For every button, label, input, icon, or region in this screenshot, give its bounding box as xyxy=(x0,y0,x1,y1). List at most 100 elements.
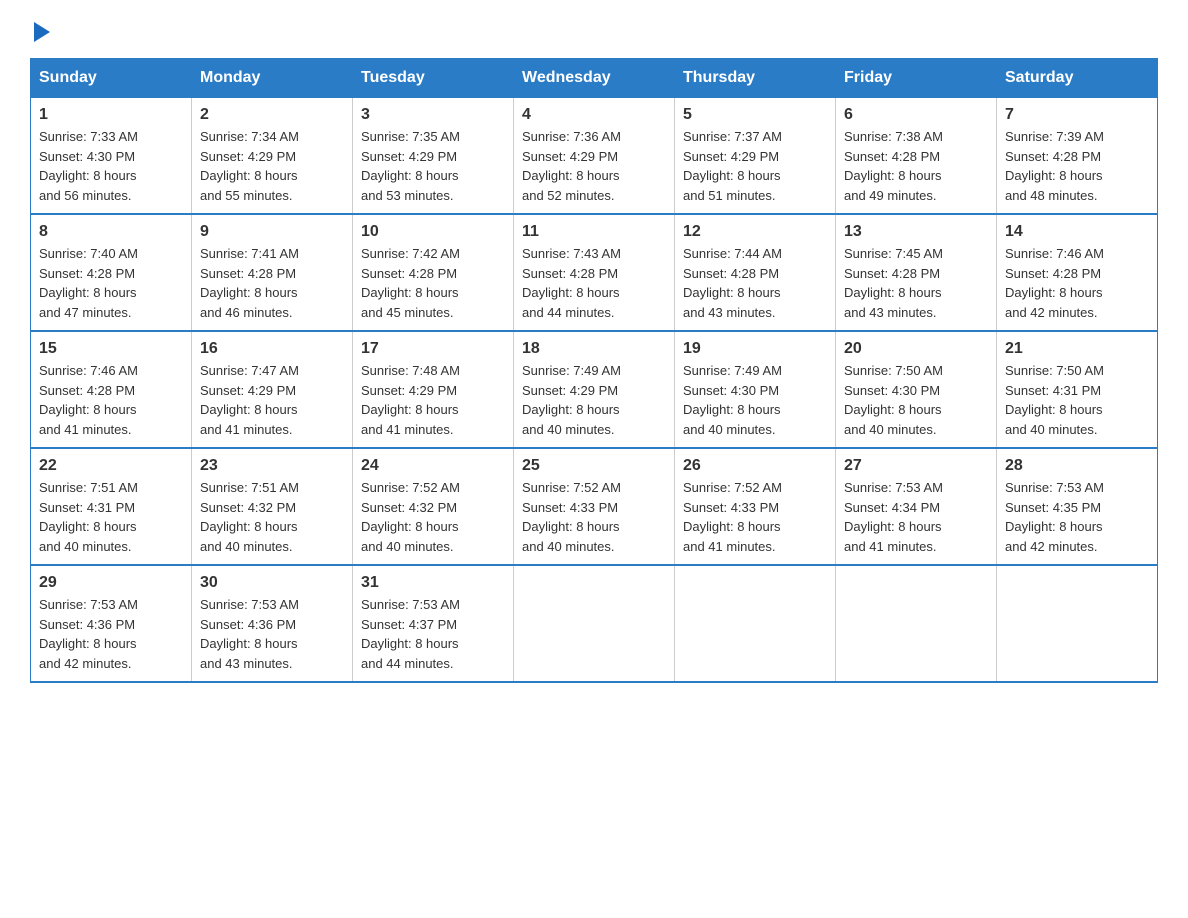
day-cell: 30 Sunrise: 7:53 AMSunset: 4:36 PMDaylig… xyxy=(192,565,353,682)
day-number: 22 xyxy=(39,457,183,475)
day-info: Sunrise: 7:46 AMSunset: 4:28 PMDaylight:… xyxy=(1005,244,1149,322)
week-row-5: 29 Sunrise: 7:53 AMSunset: 4:36 PMDaylig… xyxy=(31,565,1158,682)
day-info: Sunrise: 7:49 AMSunset: 4:30 PMDaylight:… xyxy=(683,361,827,439)
day-info: Sunrise: 7:52 AMSunset: 4:33 PMDaylight:… xyxy=(683,478,827,556)
day-info: Sunrise: 7:40 AMSunset: 4:28 PMDaylight:… xyxy=(39,244,183,322)
week-row-3: 15 Sunrise: 7:46 AMSunset: 4:28 PMDaylig… xyxy=(31,331,1158,448)
day-number: 21 xyxy=(1005,340,1149,358)
day-info: Sunrise: 7:37 AMSunset: 4:29 PMDaylight:… xyxy=(683,127,827,205)
page-header xyxy=(30,20,1158,38)
day-info: Sunrise: 7:42 AMSunset: 4:28 PMDaylight:… xyxy=(361,244,505,322)
day-info: Sunrise: 7:34 AMSunset: 4:29 PMDaylight:… xyxy=(200,127,344,205)
calendar-table: SundayMondayTuesdayWednesdayThursdayFrid… xyxy=(30,58,1158,683)
day-number: 28 xyxy=(1005,457,1149,475)
day-number: 17 xyxy=(361,340,505,358)
day-cell: 9 Sunrise: 7:41 AMSunset: 4:28 PMDayligh… xyxy=(192,214,353,331)
day-info: Sunrise: 7:38 AMSunset: 4:28 PMDaylight:… xyxy=(844,127,988,205)
day-info: Sunrise: 7:52 AMSunset: 4:33 PMDaylight:… xyxy=(522,478,666,556)
day-info: Sunrise: 7:51 AMSunset: 4:31 PMDaylight:… xyxy=(39,478,183,556)
header-cell-saturday: Saturday xyxy=(997,59,1158,98)
day-number: 27 xyxy=(844,457,988,475)
day-number: 10 xyxy=(361,223,505,241)
day-cell: 26 Sunrise: 7:52 AMSunset: 4:33 PMDaylig… xyxy=(675,448,836,565)
day-cell xyxy=(997,565,1158,682)
day-info: Sunrise: 7:47 AMSunset: 4:29 PMDaylight:… xyxy=(200,361,344,439)
header-cell-sunday: Sunday xyxy=(31,59,192,98)
day-cell: 11 Sunrise: 7:43 AMSunset: 4:28 PMDaylig… xyxy=(514,214,675,331)
day-info: Sunrise: 7:46 AMSunset: 4:28 PMDaylight:… xyxy=(39,361,183,439)
day-cell: 14 Sunrise: 7:46 AMSunset: 4:28 PMDaylig… xyxy=(997,214,1158,331)
header-cell-tuesday: Tuesday xyxy=(353,59,514,98)
day-info: Sunrise: 7:53 AMSunset: 4:34 PMDaylight:… xyxy=(844,478,988,556)
day-number: 30 xyxy=(200,574,344,592)
day-info: Sunrise: 7:50 AMSunset: 4:30 PMDaylight:… xyxy=(844,361,988,439)
day-cell: 29 Sunrise: 7:53 AMSunset: 4:36 PMDaylig… xyxy=(31,565,192,682)
day-cell: 15 Sunrise: 7:46 AMSunset: 4:28 PMDaylig… xyxy=(31,331,192,448)
calendar-header: SundayMondayTuesdayWednesdayThursdayFrid… xyxy=(31,59,1158,98)
day-cell: 8 Sunrise: 7:40 AMSunset: 4:28 PMDayligh… xyxy=(31,214,192,331)
day-cell: 1 Sunrise: 7:33 AMSunset: 4:30 PMDayligh… xyxy=(31,98,192,215)
day-number: 6 xyxy=(844,106,988,124)
day-cell: 13 Sunrise: 7:45 AMSunset: 4:28 PMDaylig… xyxy=(836,214,997,331)
day-cell: 27 Sunrise: 7:53 AMSunset: 4:34 PMDaylig… xyxy=(836,448,997,565)
day-number: 20 xyxy=(844,340,988,358)
day-info: Sunrise: 7:53 AMSunset: 4:37 PMDaylight:… xyxy=(361,595,505,673)
day-info: Sunrise: 7:33 AMSunset: 4:30 PMDaylight:… xyxy=(39,127,183,205)
day-cell: 16 Sunrise: 7:47 AMSunset: 4:29 PMDaylig… xyxy=(192,331,353,448)
day-number: 14 xyxy=(1005,223,1149,241)
day-info: Sunrise: 7:53 AMSunset: 4:36 PMDaylight:… xyxy=(39,595,183,673)
day-info: Sunrise: 7:41 AMSunset: 4:28 PMDaylight:… xyxy=(200,244,344,322)
week-row-1: 1 Sunrise: 7:33 AMSunset: 4:30 PMDayligh… xyxy=(31,98,1158,215)
logo xyxy=(30,20,50,38)
day-number: 29 xyxy=(39,574,183,592)
day-cell: 23 Sunrise: 7:51 AMSunset: 4:32 PMDaylig… xyxy=(192,448,353,565)
header-row: SundayMondayTuesdayWednesdayThursdayFrid… xyxy=(31,59,1158,98)
day-number: 25 xyxy=(522,457,666,475)
day-cell: 7 Sunrise: 7:39 AMSunset: 4:28 PMDayligh… xyxy=(997,98,1158,215)
day-info: Sunrise: 7:35 AMSunset: 4:29 PMDaylight:… xyxy=(361,127,505,205)
day-cell xyxy=(675,565,836,682)
day-number: 5 xyxy=(683,106,827,124)
day-cell: 20 Sunrise: 7:50 AMSunset: 4:30 PMDaylig… xyxy=(836,331,997,448)
day-info: Sunrise: 7:45 AMSunset: 4:28 PMDaylight:… xyxy=(844,244,988,322)
day-cell: 28 Sunrise: 7:53 AMSunset: 4:35 PMDaylig… xyxy=(997,448,1158,565)
day-cell: 31 Sunrise: 7:53 AMSunset: 4:37 PMDaylig… xyxy=(353,565,514,682)
day-info: Sunrise: 7:50 AMSunset: 4:31 PMDaylight:… xyxy=(1005,361,1149,439)
day-cell: 4 Sunrise: 7:36 AMSunset: 4:29 PMDayligh… xyxy=(514,98,675,215)
day-number: 11 xyxy=(522,223,666,241)
day-number: 2 xyxy=(200,106,344,124)
day-info: Sunrise: 7:49 AMSunset: 4:29 PMDaylight:… xyxy=(522,361,666,439)
day-number: 4 xyxy=(522,106,666,124)
day-cell: 24 Sunrise: 7:52 AMSunset: 4:32 PMDaylig… xyxy=(353,448,514,565)
day-number: 15 xyxy=(39,340,183,358)
day-number: 31 xyxy=(361,574,505,592)
day-number: 18 xyxy=(522,340,666,358)
day-cell: 5 Sunrise: 7:37 AMSunset: 4:29 PMDayligh… xyxy=(675,98,836,215)
header-cell-wednesday: Wednesday xyxy=(514,59,675,98)
day-cell xyxy=(514,565,675,682)
day-cell: 6 Sunrise: 7:38 AMSunset: 4:28 PMDayligh… xyxy=(836,98,997,215)
day-cell: 2 Sunrise: 7:34 AMSunset: 4:29 PMDayligh… xyxy=(192,98,353,215)
day-number: 7 xyxy=(1005,106,1149,124)
day-info: Sunrise: 7:44 AMSunset: 4:28 PMDaylight:… xyxy=(683,244,827,322)
day-cell: 10 Sunrise: 7:42 AMSunset: 4:28 PMDaylig… xyxy=(353,214,514,331)
day-cell: 19 Sunrise: 7:49 AMSunset: 4:30 PMDaylig… xyxy=(675,331,836,448)
day-cell: 17 Sunrise: 7:48 AMSunset: 4:29 PMDaylig… xyxy=(353,331,514,448)
day-number: 8 xyxy=(39,223,183,241)
day-info: Sunrise: 7:53 AMSunset: 4:36 PMDaylight:… xyxy=(200,595,344,673)
day-info: Sunrise: 7:36 AMSunset: 4:29 PMDaylight:… xyxy=(522,127,666,205)
day-cell xyxy=(836,565,997,682)
week-row-2: 8 Sunrise: 7:40 AMSunset: 4:28 PMDayligh… xyxy=(31,214,1158,331)
header-cell-thursday: Thursday xyxy=(675,59,836,98)
day-info: Sunrise: 7:43 AMSunset: 4:28 PMDaylight:… xyxy=(522,244,666,322)
day-cell: 21 Sunrise: 7:50 AMSunset: 4:31 PMDaylig… xyxy=(997,331,1158,448)
day-number: 26 xyxy=(683,457,827,475)
day-number: 16 xyxy=(200,340,344,358)
day-number: 23 xyxy=(200,457,344,475)
day-cell: 12 Sunrise: 7:44 AMSunset: 4:28 PMDaylig… xyxy=(675,214,836,331)
day-cell: 22 Sunrise: 7:51 AMSunset: 4:31 PMDaylig… xyxy=(31,448,192,565)
day-info: Sunrise: 7:53 AMSunset: 4:35 PMDaylight:… xyxy=(1005,478,1149,556)
day-info: Sunrise: 7:52 AMSunset: 4:32 PMDaylight:… xyxy=(361,478,505,556)
day-info: Sunrise: 7:51 AMSunset: 4:32 PMDaylight:… xyxy=(200,478,344,556)
day-cell: 25 Sunrise: 7:52 AMSunset: 4:33 PMDaylig… xyxy=(514,448,675,565)
